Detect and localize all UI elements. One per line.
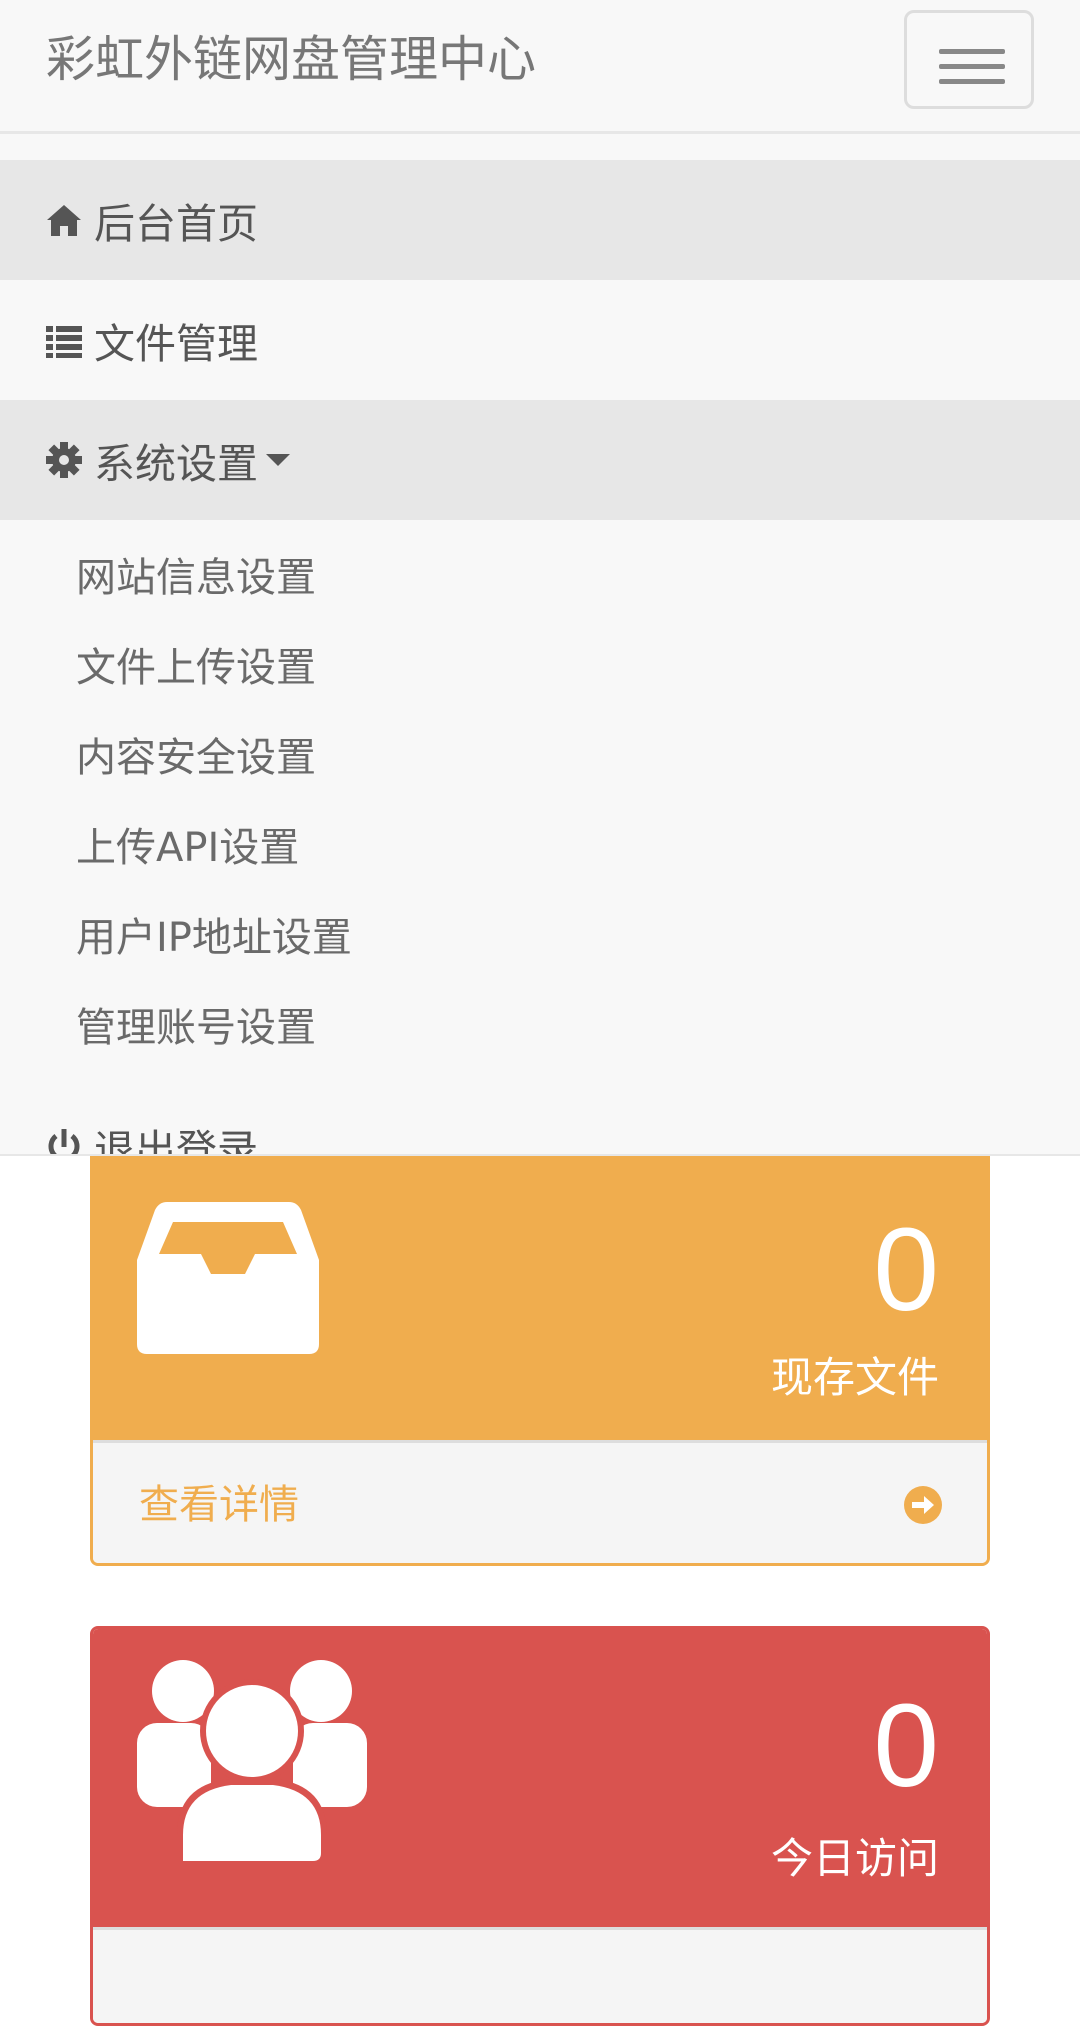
caret-down-icon: [266, 454, 290, 466]
gear-icon: [46, 442, 82, 478]
menu-item-settings[interactable]: 系统设置: [0, 400, 1080, 520]
menu-item-label: 后台首页: [94, 200, 258, 248]
submenu-item-upload-api[interactable]: 上传API设置: [76, 820, 299, 876]
top-navbar: 彩虹外链网盘管理中心: [0, 0, 1080, 134]
files-label: 现存文件: [770, 1353, 939, 1402]
view-details-link[interactable]: 查看详情: [93, 1440, 987, 1563]
submenu-item-user-ip[interactable]: 用户IP地址设置: [76, 910, 352, 966]
power-icon: [48, 1129, 80, 1154]
navbar-toggle-button[interactable]: [904, 10, 1034, 109]
submenu-item-site-info[interactable]: 网站信息设置: [76, 550, 316, 606]
submenu-item-content-security[interactable]: 内容安全设置: [76, 730, 316, 786]
visits-stat-panel: 0 今日访问: [90, 1626, 990, 2026]
menu-item-files[interactable]: 文件管理: [0, 280, 1080, 400]
home-icon: [47, 205, 81, 236]
menu-item-label: 退出登录: [94, 1126, 258, 1156]
menu-item-home[interactable]: 后台首页: [0, 160, 1080, 280]
nav-menu: 后台首页 文件管理 系统设置 网站信息设置 文件上传设置 内容安全设置 上传AP…: [0, 134, 1080, 1156]
arrow-circle-right-icon: [904, 1486, 942, 1524]
list-icon: [46, 326, 82, 358]
inbox-icon: [137, 1202, 319, 1354]
view-details-label: 查看详情: [139, 1482, 299, 1528]
menu-item-label: 文件管理: [94, 320, 258, 368]
hamburger-bar: [939, 64, 1005, 69]
panel-heading: 0 今日访问: [93, 1629, 987, 1927]
brand-title[interactable]: 彩虹外链网盘管理中心: [46, 30, 536, 90]
visits-count: 0: [873, 1680, 939, 1812]
panel-heading: 0 现存文件: [93, 1156, 987, 1440]
submenu-item-upload[interactable]: 文件上传设置: [76, 640, 316, 696]
visits-label: 今日访问: [770, 1834, 939, 1883]
submenu-item-admin-account[interactable]: 管理账号设置: [76, 1000, 316, 1056]
menu-item-logout[interactable]: 退出登录: [0, 1086, 1080, 1156]
users-icon: [137, 1660, 367, 1867]
menu-item-label: 系统设置: [94, 440, 258, 488]
files-count: 0: [873, 1204, 939, 1336]
hamburger-bar: [939, 79, 1005, 84]
hamburger-menu-icon: [939, 49, 1005, 54]
visits-panel-footer[interactable]: [93, 1927, 987, 2023]
files-stat-panel: 0 现存文件 查看详情: [90, 1156, 990, 1566]
